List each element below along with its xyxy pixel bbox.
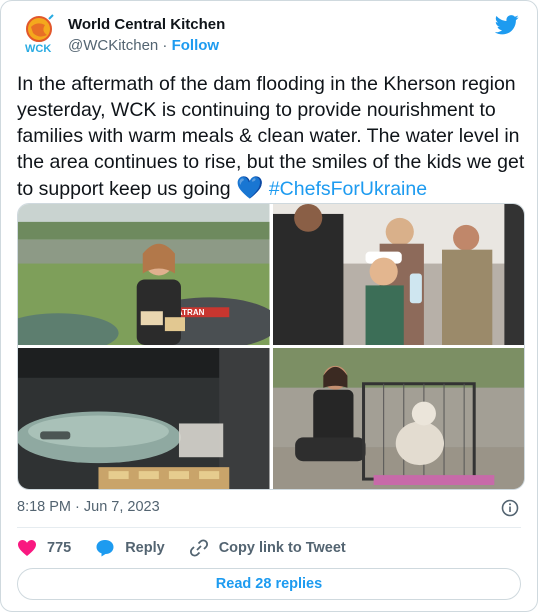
like-count: 775 xyxy=(47,540,72,556)
reply-bubble-icon xyxy=(96,540,114,557)
tweet-card: WCK World Central Kitchen @WCKitchen · F… xyxy=(0,0,538,612)
read-replies-label: Read 28 replies xyxy=(215,576,323,592)
info-icon[interactable] xyxy=(501,499,519,517)
like-button[interactable]: 775 xyxy=(17,539,71,557)
follow-button[interactable]: Follow xyxy=(172,37,220,54)
photo-boat-with-supplies[interactable] xyxy=(18,348,270,489)
photo-boy-with-water[interactable] xyxy=(272,204,524,345)
svg-text:ATRAN: ATRAN xyxy=(177,308,205,317)
author-name[interactable]: World Central Kitchen xyxy=(68,16,225,33)
heart-icon xyxy=(18,540,36,556)
link-icon xyxy=(189,539,208,557)
svg-text:WCK: WCK xyxy=(25,43,51,55)
tweet-body: In the aftermath of the dam flooding in … xyxy=(17,71,529,202)
reply-label: Reply xyxy=(125,540,165,556)
action-bar: 775 Reply Copy link to Tweet xyxy=(17,537,370,559)
author-handle[interactable]: @WCKitchen xyxy=(68,37,158,54)
reply-button[interactable]: Reply xyxy=(95,538,165,558)
media-grid: ATRAN xyxy=(17,203,525,490)
copy-link-label: Copy link to Tweet xyxy=(218,540,346,556)
author-handle-row: @WCKitchen · Follow xyxy=(68,37,219,54)
read-replies-button[interactable]: Read 28 replies xyxy=(17,568,521,600)
handle-separator: · xyxy=(162,37,168,54)
photo-girl-with-sandwiches[interactable]: ATRAN xyxy=(18,204,270,345)
photo-woman-with-dog[interactable] xyxy=(272,348,524,489)
tweet-timestamp[interactable]: 8:18 PM · Jun 7, 2023 xyxy=(17,499,160,515)
twitter-bird-icon[interactable] xyxy=(494,15,519,35)
wck-logo-avatar[interactable]: WCK xyxy=(23,13,59,57)
hashtag-link[interactable]: #ChefsForUkraine xyxy=(269,178,427,200)
blue-heart-emoji: 💙 xyxy=(236,175,264,200)
divider xyxy=(17,527,521,528)
copy-link-button[interactable]: Copy link to Tweet xyxy=(189,538,346,558)
